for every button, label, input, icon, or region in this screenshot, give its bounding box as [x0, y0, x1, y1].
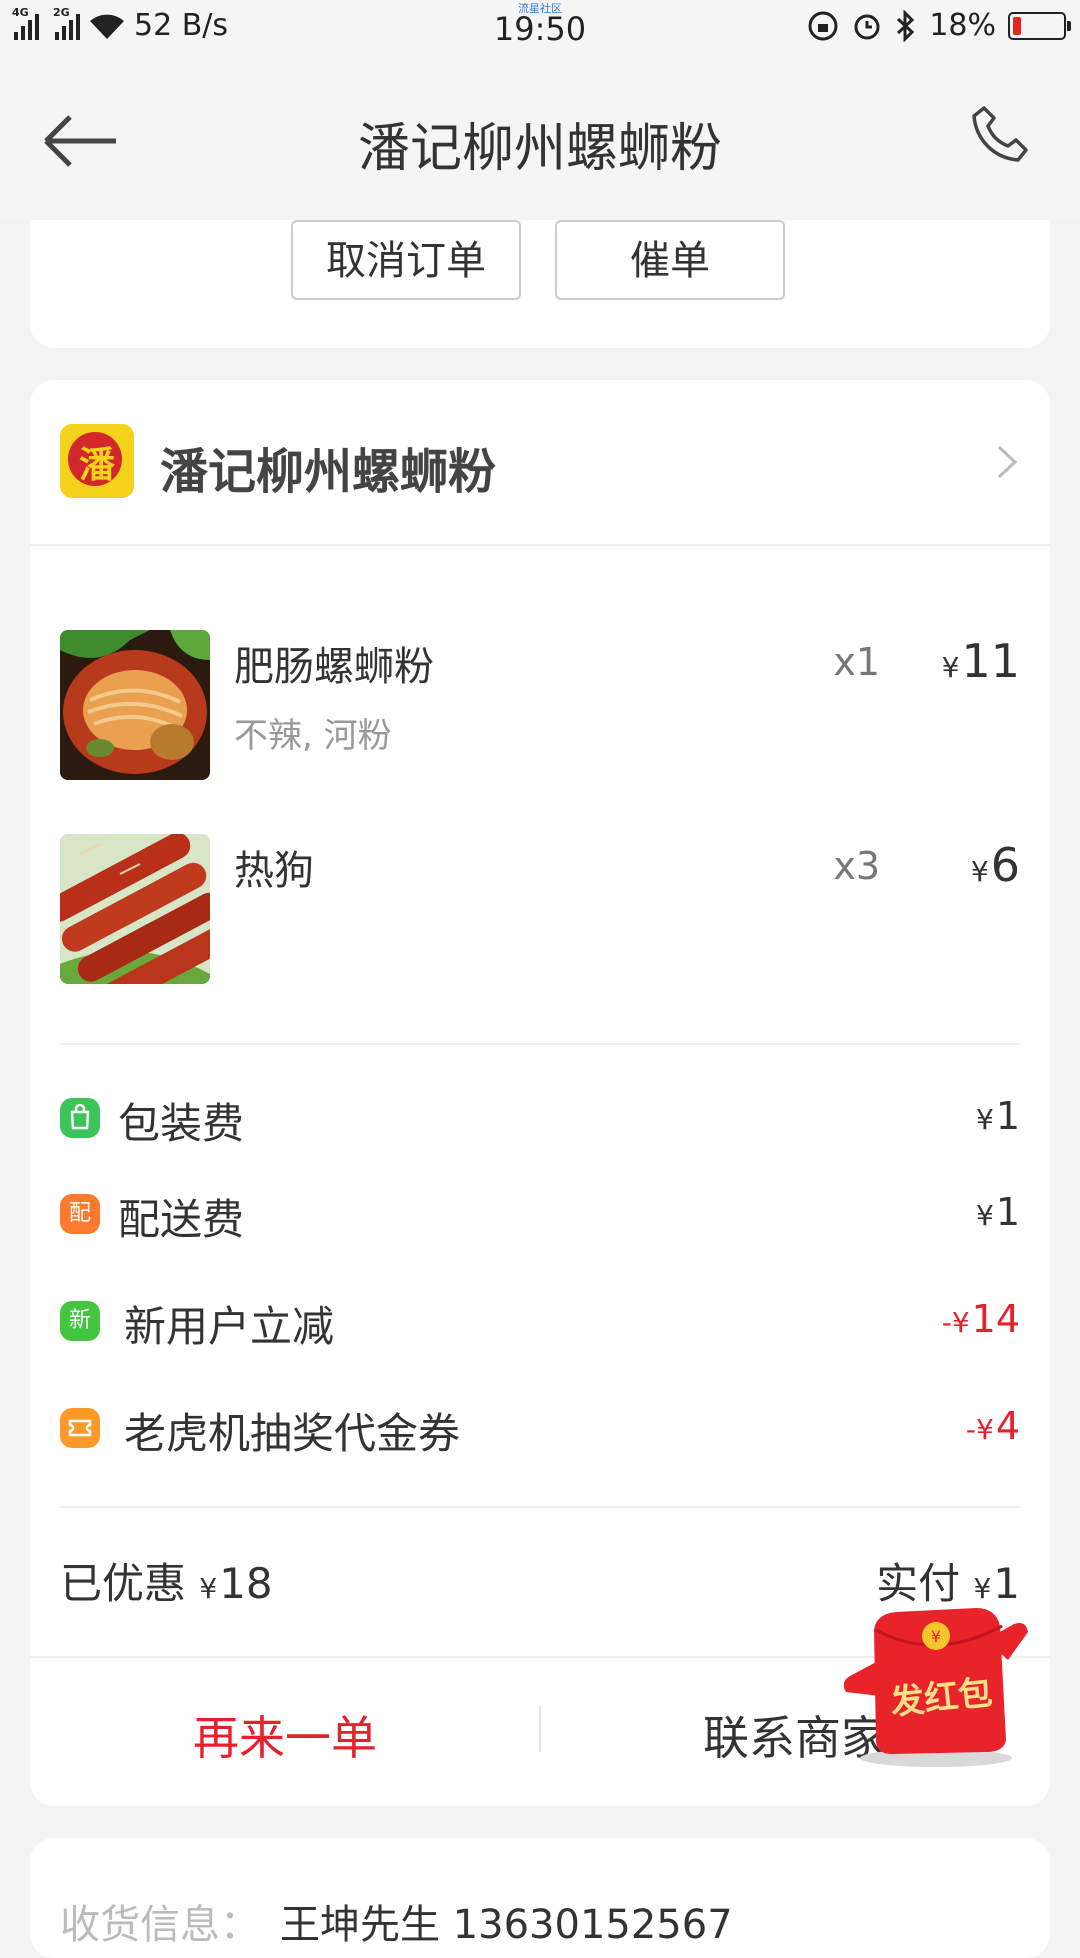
divider — [60, 1043, 1020, 1045]
shop-row[interactable]: 潘 潘记柳州螺蛳粉 — [30, 380, 1050, 546]
order-actions-card: 取消订单 催单 — [30, 220, 1050, 348]
order-detail-card: 潘 潘记柳州螺蛳粉 肥肠螺蛳粉 不辣, 河粉 x1 ¥11 热狗 x3 ¥6 包… — [30, 380, 1050, 1806]
currency-symbol: ¥ — [199, 1572, 218, 1605]
fee-value: -¥14 — [942, 1297, 1020, 1341]
fee-amount: 4 — [995, 1404, 1020, 1448]
red-packet-button[interactable]: ¥ 发红包 — [836, 1600, 1036, 1770]
fee-value: -¥4 — [966, 1404, 1020, 1448]
delivery-fee-row: 配 配送费 ¥1 — [60, 1186, 1020, 1246]
nav-header: 潘记柳州螺蛳粉 — [0, 56, 1080, 220]
item-name: 肥肠螺蛳粉 — [234, 644, 434, 690]
item-name: 热狗 — [234, 848, 314, 894]
cancel-order-button[interactable]: 取消订单 — [291, 220, 521, 300]
price-value: 11 — [961, 634, 1020, 688]
coupon-icon — [60, 1408, 100, 1448]
packaging-fee-row: 包装费 ¥1 — [60, 1090, 1020, 1150]
price-value: 6 — [990, 838, 1020, 892]
fee-label: 配送费 — [118, 1195, 245, 1244]
reorder-button[interactable]: 再来一单 — [30, 1702, 540, 1768]
status-right: 18% — [807, 8, 1071, 43]
svg-text:¥: ¥ — [931, 1627, 941, 1646]
page-title: 潘记柳州螺蛳粉 — [357, 119, 722, 179]
saved-amount: 已优惠 ¥18 — [60, 1550, 273, 1611]
saved-label: 已优惠 — [60, 1559, 187, 1608]
item-spec: 不辣, 河粉 — [234, 716, 392, 756]
new-user-discount-row: 新 新用户立减 -¥14 — [60, 1293, 1020, 1353]
bluetooth-icon — [897, 9, 915, 42]
fee-amount: 14 — [971, 1297, 1020, 1341]
item-price: ¥11 — [942, 634, 1020, 688]
fee-label: 老虎机抽奖代金券 — [124, 1409, 461, 1458]
delivery-value: 王坤先生 13630152567 — [280, 1902, 733, 1948]
phone-icon[interactable] — [970, 104, 1030, 164]
food-image-noodles — [60, 630, 210, 780]
delivery-info-card: 收货信息： 王坤先生 13630152567 — [30, 1838, 1050, 1958]
currency-symbol: ¥ — [975, 1103, 994, 1136]
order-item: 肥肠螺蛳粉 不辣, 河粉 x1 ¥11 — [60, 630, 1020, 780]
delivery-icon: 配 — [60, 1194, 100, 1234]
item-quantity: x1 — [833, 640, 880, 684]
delivery-label: 收货信息： — [60, 1902, 260, 1948]
fee-amount: 1 — [995, 1190, 1020, 1234]
fee-label: 包装费 — [118, 1099, 245, 1148]
coupon-discount-row: 老虎机抽奖代金券 -¥4 — [60, 1400, 1020, 1460]
battery-percent: 18% — [929, 8, 996, 43]
currency-symbol: -¥ — [965, 1413, 994, 1446]
order-item: 热狗 x3 ¥6 — [60, 834, 1020, 984]
currency-symbol: ¥ — [970, 855, 989, 888]
fee-amount: 1 — [995, 1094, 1020, 1138]
currency-symbol: ¥ — [941, 651, 960, 684]
battery-icon — [1008, 11, 1071, 40]
currency-symbol: ¥ — [975, 1199, 994, 1232]
item-quantity: x3 — [833, 844, 880, 888]
new-user-icon: 新 — [60, 1301, 100, 1341]
item-price: ¥6 — [971, 838, 1020, 892]
divider — [60, 1506, 1020, 1508]
fee-label: 新用户立减 — [124, 1302, 335, 1351]
shop-logo-text: 潘 — [78, 445, 115, 486]
shop-name: 潘记柳州螺蛳粉 — [160, 444, 497, 500]
fee-value: ¥1 — [976, 1094, 1020, 1138]
chevron-right-icon — [997, 445, 1018, 479]
rotation-lock-icon — [808, 11, 838, 40]
shop-logo: 潘 — [60, 424, 134, 498]
alarm-icon — [854, 14, 880, 39]
saved-value: 18 — [219, 1559, 273, 1608]
status-bar: 4G 2G 52 B/s 流星社区 19:50 18% — [0, 0, 1080, 56]
fee-value: ¥1 — [976, 1190, 1020, 1234]
currency-symbol: -¥ — [941, 1306, 970, 1339]
food-image-hotdog — [60, 834, 210, 984]
bag-icon — [60, 1098, 100, 1138]
urge-order-button[interactable]: 催单 — [555, 220, 785, 300]
battery-fill — [1013, 16, 1021, 35]
